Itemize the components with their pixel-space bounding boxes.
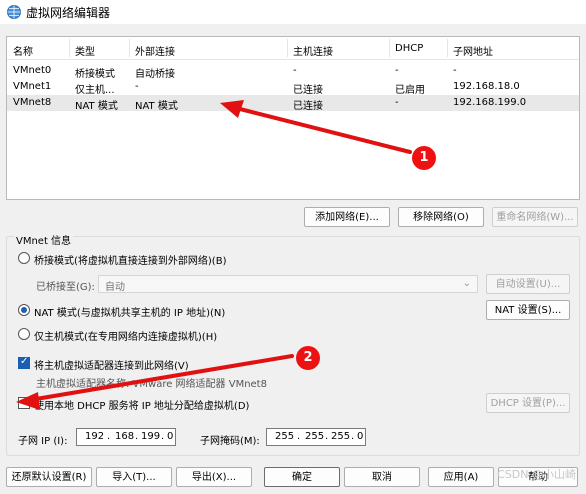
cell-external: 自动桥接 [135, 69, 175, 80]
network-globe-icon [7, 5, 21, 19]
restore-defaults-button[interactable]: 还原默认设置(R) [6, 467, 92, 487]
cell-dhcp: 已启用 [395, 85, 425, 96]
remove-network-button[interactable]: 移除网络(O) [398, 207, 484, 227]
dhcp-checkbox[interactable] [18, 397, 30, 409]
bridged-to-select[interactable]: 自动 ⌄ [98, 275, 478, 293]
cell-host: 已连接 [293, 85, 323, 96]
ip-octet: 0 [167, 431, 174, 442]
add-network-button[interactable]: 添加网络(E)... [304, 207, 390, 227]
export-button[interactable]: 导出(X)... [176, 467, 252, 487]
chevron-down-icon: ⌄ [462, 278, 471, 289]
nat-radio[interactable] [18, 304, 30, 316]
nat-label: NAT 模式(与虚拟机共享主机的 IP 地址)(N) [34, 308, 226, 319]
subnet-ip-label: 子网 IP (I): [18, 436, 68, 447]
cell-dhcp: - [395, 97, 399, 108]
subnet-mask-field[interactable]: 255 . 255 . 255 . 0 [266, 428, 366, 446]
cell-dhcp: - [395, 65, 399, 76]
apply-button[interactable]: 应用(A) [428, 467, 494, 487]
cell-subnet: 192.168.18.0 [453, 81, 520, 92]
rename-network-button[interactable]: 重命名网络(W)... [492, 207, 578, 227]
bridged-label: 桥接模式(将虚拟机直接连接到外部网络)(B) [34, 256, 227, 267]
bridged-to-label: 已桥接至(G): [36, 282, 95, 293]
col-type[interactable]: 类型 [75, 43, 95, 58]
annotation-badge-2: 2 [296, 346, 320, 370]
connect-adapter-label: 将主机虚拟适配器连接到此网络(V) [34, 361, 189, 372]
auto-settings-button[interactable]: 自动设置(U)... [486, 274, 570, 294]
annotation-badge-1: 1 [412, 146, 436, 170]
vmnet-info-group [6, 236, 580, 456]
ok-button[interactable]: 确定 [264, 467, 340, 487]
adapter-name: 主机虚拟适配器名称: VMware 网络适配器 VMnet8 [36, 379, 267, 390]
dhcp-label: 使用本地 DHCP 服务将 IP 地址分配给虚拟机(D) [34, 401, 250, 412]
window-title: 虚拟网络编辑器 [26, 6, 111, 20]
ip-octet: 199 [141, 431, 161, 442]
watermark: CSDN @小山崎 [497, 468, 576, 481]
list-header: 名称 类型 外部连接 主机连接 DHCP 子网地址 [7, 37, 579, 60]
network-list[interactable]: 名称 类型 外部连接 主机连接 DHCP 子网地址 VMnet0 桥接模式 自动… [6, 36, 580, 200]
mask-octet: 0 [357, 431, 364, 442]
cancel-button[interactable]: 取消 [344, 467, 420, 487]
ip-octet: 168 [115, 431, 135, 442]
cell-type: NAT 模式 [75, 101, 118, 112]
mask-octet: 255 [305, 431, 325, 442]
vmnet-info-title: VMnet 信息 [14, 232, 74, 247]
col-dhcp[interactable]: DHCP [395, 43, 423, 54]
col-external[interactable]: 外部连接 [135, 43, 175, 58]
table-row-selected[interactable]: VMnet8 NAT 模式 NAT 模式 已连接 - 192.168.199.0 [7, 95, 579, 112]
dhcp-settings-button[interactable]: DHCP 设置(P)... [486, 393, 570, 413]
col-subnet[interactable]: 子网地址 [453, 43, 493, 58]
import-button[interactable]: 导入(T)... [96, 467, 172, 487]
table-row[interactable]: VMnet0 桥接模式 自动桥接 - - - [7, 63, 579, 80]
host-only-label: 仅主机模式(在专用网络内连接虚拟机)(H) [34, 332, 218, 343]
cell-name: VMnet0 [13, 65, 52, 76]
nat-settings-button[interactable]: NAT 设置(S)... [486, 300, 570, 320]
bridged-radio[interactable] [18, 252, 30, 264]
cell-external: NAT 模式 [135, 101, 178, 112]
cell-external: - [135, 81, 139, 92]
mask-octet: 255 [275, 431, 295, 442]
mask-octet: 255 [331, 431, 351, 442]
cell-host: 已连接 [293, 101, 323, 112]
cell-subnet: - [453, 65, 457, 76]
cell-type: 桥接模式 [75, 69, 115, 80]
cell-name: VMnet1 [13, 81, 52, 92]
connect-adapter-checkbox[interactable] [18, 356, 30, 369]
ip-octet: 192 [85, 431, 105, 442]
col-host[interactable]: 主机连接 [293, 43, 333, 58]
col-name[interactable]: 名称 [13, 43, 33, 58]
cell-host: - [293, 65, 297, 76]
host-only-radio[interactable] [18, 328, 30, 340]
title-bar: 虚拟网络编辑器 [0, 0, 586, 24]
bridged-to-value: 自动 [105, 282, 125, 293]
cell-subnet: 192.168.199.0 [453, 97, 527, 108]
subnet-ip-field[interactable]: 192 . 168 . 199 . 0 [76, 428, 176, 446]
subnet-mask-label: 子网掩码(M): [200, 436, 260, 447]
cell-name: VMnet8 [13, 97, 52, 108]
cell-type: 仅主机... [75, 85, 115, 96]
table-row[interactable]: VMnet1 仅主机... - 已连接 已启用 192.168.18.0 [7, 79, 579, 96]
